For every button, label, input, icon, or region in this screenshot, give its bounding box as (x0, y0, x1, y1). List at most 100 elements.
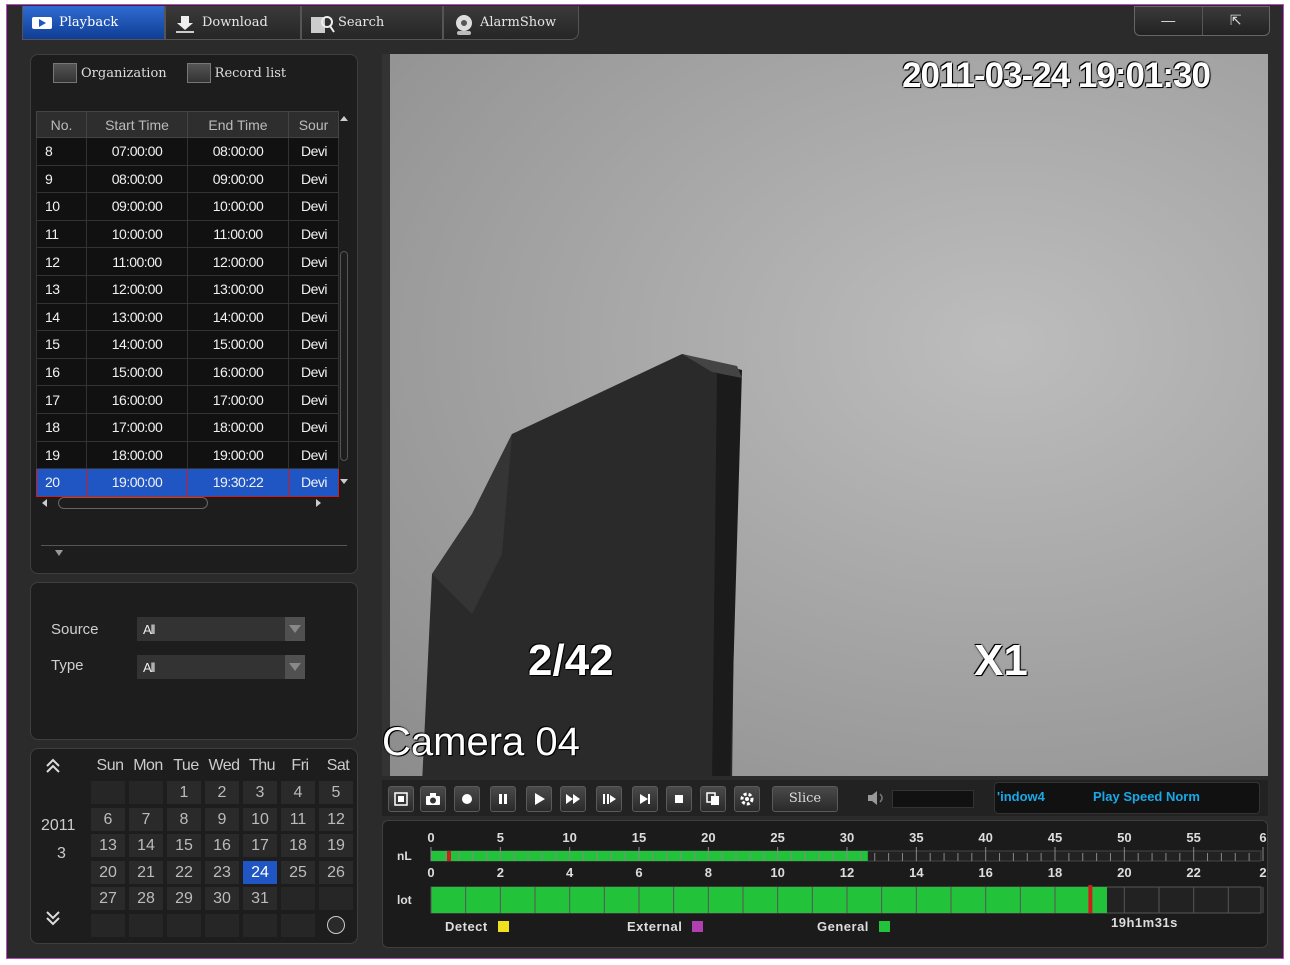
table-row[interactable]: 15 14:00:00 15:00:00 Devi (36, 330, 339, 359)
minute-bar-fill (431, 851, 868, 861)
calendar-day[interactable]: 16 (205, 834, 239, 857)
calendar-day[interactable]: 2 (205, 781, 239, 804)
tab-search[interactable]: Search (301, 6, 443, 40)
minute-tick-label: 10 (562, 830, 576, 845)
scrollbar-thumb[interactable] (340, 251, 348, 461)
column-header[interactable]: End Time (187, 111, 289, 138)
status-info-box: 'indow4 Play Speed Norm (994, 782, 1260, 814)
calendar-day[interactable]: 5 (319, 781, 353, 804)
step-forward-button[interactable] (596, 786, 622, 812)
column-header[interactable]: Sour (288, 111, 339, 138)
record-button[interactable] (454, 786, 480, 812)
calendar-day[interactable]: 22 (167, 860, 201, 884)
tab-download[interactable]: Download (165, 6, 301, 40)
calendar-day[interactable]: 21 (129, 860, 163, 884)
table-row[interactable]: 19 18:00:00 19:00:00 Devi (36, 440, 339, 470)
calendar-day[interactable]: 12 (319, 807, 353, 831)
calendar-day[interactable]: 6 (91, 807, 125, 831)
table-row[interactable]: 17 16:00:00 17:00:00 Devi (36, 385, 339, 414)
scrollbar-thumb[interactable] (58, 497, 208, 509)
fast-forward-button[interactable] (560, 786, 586, 812)
video-view[interactable]: 2011-03-24 19:01:30 2/42 X1 Camera 04 (382, 54, 1268, 776)
calendar-day[interactable]: 24 (243, 860, 277, 884)
hour-tick-label: 4 (566, 865, 574, 880)
table-row[interactable]: 16 15:00:00 16:00:00 Devi (36, 357, 339, 387)
table-row[interactable]: 14 13:00:00 14:00:00 Devi (36, 302, 339, 332)
type-select[interactable]: All (137, 655, 305, 679)
snapshot-button[interactable] (420, 786, 446, 812)
calendar-day[interactable]: 25 (281, 860, 315, 884)
next-file-button[interactable] (632, 786, 658, 812)
calendar-day[interactable]: 10 (243, 807, 277, 831)
table-row[interactable]: 10 09:00:00 10:00:00 Devi (36, 192, 339, 221)
calendar-day[interactable]: 3 (243, 781, 277, 804)
column-header[interactable]: Start Time (86, 111, 188, 138)
stop-button[interactable] (666, 786, 692, 812)
volume-icon[interactable] (867, 790, 887, 809)
calendar-day[interactable]: 13 (91, 834, 125, 857)
calendar-day[interactable]: 20 (91, 860, 125, 884)
start-time: 08:00:00 (86, 164, 188, 194)
table-row[interactable]: 13 12:00:00 13:00:00 Devi (36, 274, 339, 304)
tab-alarmshow[interactable]: AlarmShow (443, 6, 579, 40)
end-time: 14:00:00 (187, 302, 289, 332)
calendar-day[interactable]: 23 (205, 860, 239, 884)
chevron-down-icon[interactable] (285, 617, 305, 641)
subtab-record-list[interactable]: Record list (186, 63, 286, 83)
table-row[interactable]: 20 19:00:00 19:30:22 Devi (36, 468, 339, 497)
calendar-day[interactable]: 8 (167, 807, 201, 831)
calendar-day[interactable]: 18 (281, 834, 315, 857)
calendar-day[interactable]: 15 (167, 834, 201, 857)
calendar-day[interactable]: 26 (319, 860, 353, 884)
pause-button[interactable] (490, 786, 516, 812)
type-label: Type (51, 657, 84, 674)
calendar-empty-cell (205, 913, 239, 937)
table-row[interactable]: 11 10:00:00 11:00:00 Devi (36, 219, 339, 249)
start-time: 15:00:00 (86, 357, 188, 387)
today-button[interactable] (319, 914, 353, 937)
row-number: 11 (36, 219, 87, 249)
source: Devi (288, 302, 339, 332)
table-row[interactable]: 12 11:00:00 12:00:00 Devi (36, 247, 339, 276)
source-select[interactable]: All (137, 617, 305, 641)
calendar-day[interactable]: 9 (205, 807, 239, 831)
tab-playback[interactable]: Playback (22, 6, 165, 40)
clip-button[interactable] (700, 786, 726, 812)
table-row[interactable]: 9 08:00:00 09:00:00 Devi (36, 164, 339, 194)
calendar-day[interactable]: 29 (167, 887, 201, 910)
play-button[interactable] (526, 786, 552, 812)
tab-label: Download (202, 15, 268, 30)
calendar-day[interactable]: 14 (129, 834, 163, 857)
previous-month-icon[interactable] (45, 757, 61, 781)
settings-button[interactable] (734, 786, 760, 812)
hour-tick-label: 2 (497, 865, 504, 880)
table-row[interactable]: 8 07:00:00 08:00:00 Devi (36, 137, 339, 166)
calendar-day[interactable]: 31 (243, 887, 277, 910)
slider-handle-icon (55, 550, 63, 556)
list-slider[interactable] (41, 545, 347, 556)
volume-slider[interactable] (892, 790, 974, 808)
calendar-day[interactable]: 17 (243, 834, 277, 857)
calendar-day[interactable]: 4 (281, 781, 315, 804)
calendar-day[interactable]: 30 (205, 887, 239, 910)
minimize-button[interactable]: — (1135, 7, 1203, 35)
subtab-organization[interactable]: Organization (53, 63, 167, 83)
scroll-right-icon (316, 499, 321, 507)
exit-button[interactable]: ⇱ (1203, 7, 1270, 35)
column-header[interactable]: No. (36, 111, 87, 138)
horizontal-scrollbar[interactable] (36, 495, 336, 511)
slice-button[interactable]: Slice (772, 786, 838, 812)
calendar-day[interactable]: 11 (281, 807, 315, 831)
vertical-scrollbar[interactable] (337, 111, 351, 489)
table-row[interactable]: 18 17:00:00 18:00:00 Devi (36, 412, 339, 442)
chevron-down-icon[interactable] (285, 655, 305, 679)
minute-tick-label: 0 (427, 830, 434, 845)
calendar-day[interactable]: 7 (129, 807, 163, 831)
next-month-icon[interactable] (45, 909, 61, 933)
calendar-day[interactable]: 28 (129, 887, 163, 910)
calendar-day[interactable]: 27 (91, 887, 125, 910)
calendar-day[interactable]: 1 (167, 781, 201, 804)
timeline-panel[interactable]: nL lot 0 5 10 15 20 25 30 35 40 45 50 55 6 0 2 4 6 8 10 12 1… (382, 820, 1268, 948)
calendar-day[interactable]: 19 (319, 834, 353, 857)
fullscreen-button[interactable] (388, 786, 414, 812)
